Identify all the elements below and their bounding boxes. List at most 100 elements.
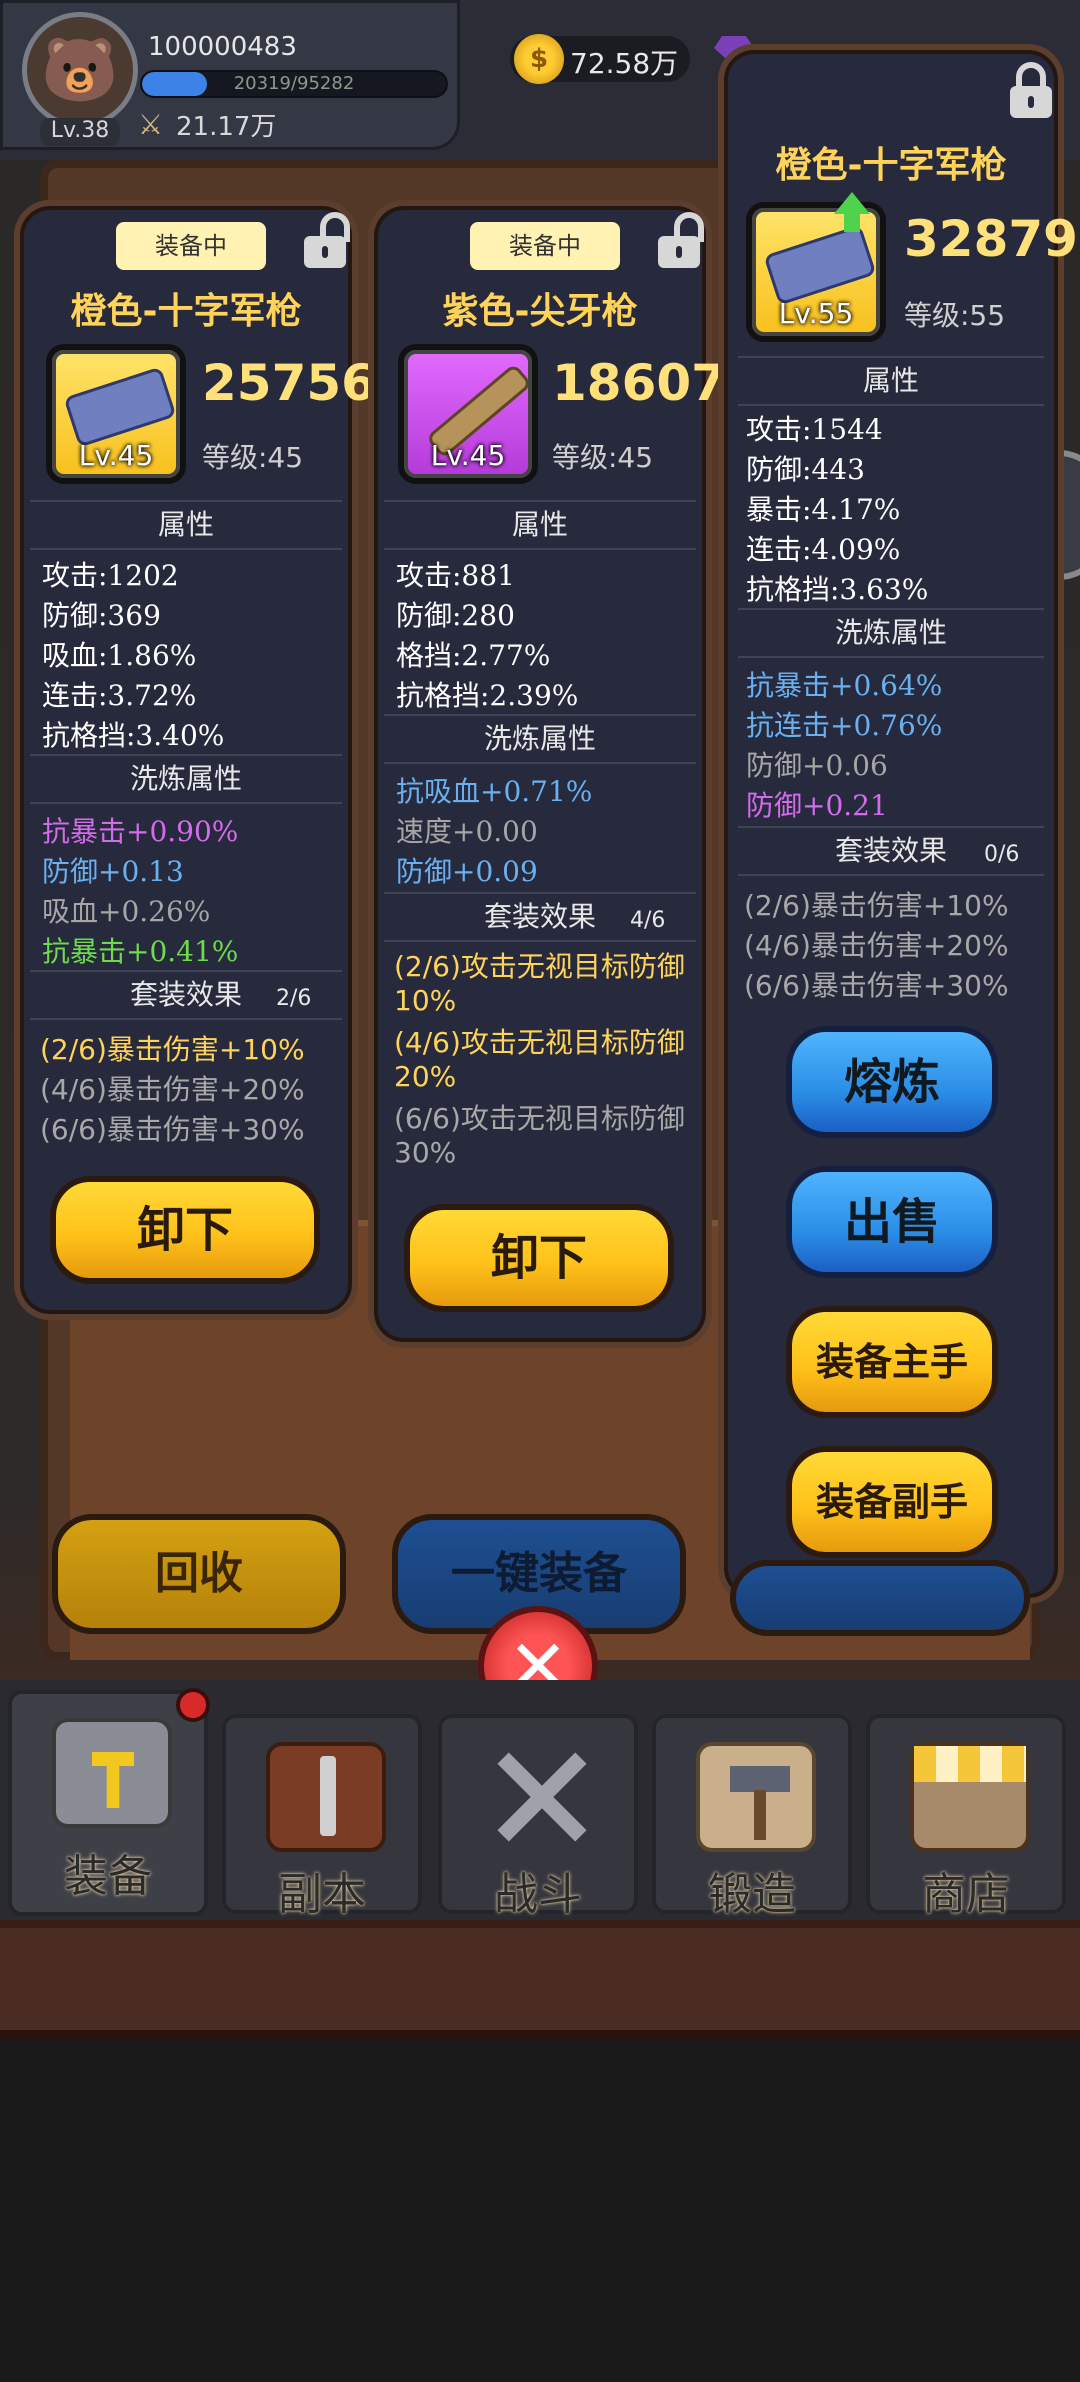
equipped-item-card-2: 装备中 紫色-尖牙枪 Lv.45 18607 等级:45 属性 攻击:881 防… — [368, 200, 726, 1348]
item-level-text: 等级:55 — [904, 299, 1006, 332]
nav-label: 商店 — [922, 1869, 1010, 1920]
set-effect-line: (4/6)攻击无视目标防御20% — [394, 1026, 685, 1093]
set-effect-line: (6/6)暴击伤害+30% — [40, 1113, 305, 1146]
set-effect-line: (4/6)暴击伤害+20% — [744, 929, 1009, 962]
hidden-button[interactable] — [730, 1560, 1030, 1636]
set-count: 2/6 — [276, 986, 312, 1011]
player-level: Lv.38 — [40, 118, 120, 146]
refine-line: 抗暴击+0.90% — [42, 815, 239, 848]
combat-power: 21.17万 — [176, 112, 277, 142]
lock-open-icon[interactable] — [302, 212, 350, 268]
equip-off-hand-button[interactable]: 装备副手 — [786, 1446, 998, 1558]
refine-line: 抗吸血+0.71% — [396, 775, 593, 808]
item-level: Lv.45 — [78, 439, 154, 472]
item-title: 紫色-尖牙枪 — [442, 291, 638, 332]
item-slot[interactable]: Lv.55 — [746, 202, 886, 342]
stat-line: 抗格挡:3.63% — [746, 573, 929, 606]
sell-button[interactable]: 出售 — [786, 1166, 998, 1278]
attributes-header: 属性 — [384, 500, 696, 550]
stat-line: 防御:280 — [396, 599, 515, 632]
attributes-header: 属性 — [30, 500, 342, 550]
stat-line: 抗格挡:2.39% — [396, 679, 579, 712]
equipped-tag: 装备中 — [470, 222, 620, 270]
exp-bar: 20319/95282 — [140, 70, 448, 98]
item-level: Lv.45 — [430, 439, 506, 472]
refine-header: 洗炼属性 — [30, 754, 342, 804]
stat-line: 防御:369 — [42, 599, 161, 632]
shop-icon — [910, 1742, 1030, 1852]
set-effect-line: (4/6)暴击伤害+20% — [40, 1073, 305, 1106]
recycle-button[interactable]: 回收 — [52, 1514, 346, 1634]
stat-line: 吸血:1.86% — [42, 639, 197, 672]
lock-open-icon[interactable] — [656, 212, 704, 268]
refine-line: 抗暴击+0.41% — [42, 935, 239, 968]
set-effect-line: (2/6)攻击无视目标防御10% — [394, 950, 685, 1017]
upgrade-arrow-stem — [844, 214, 860, 232]
refine-line: 抗连击+0.76% — [746, 709, 943, 742]
nav-label: 锻造 — [708, 1869, 796, 1920]
gun-icon — [67, 370, 173, 444]
item-title: 橙色-十字军枪 — [70, 291, 302, 332]
helmet-icon — [52, 1718, 172, 1828]
crossed-swords-icon: ⚔ — [138, 108, 164, 141]
exp-text: 20319/95282 — [233, 73, 355, 94]
set-effect-line: (6/6)攻击无视目标防御30% — [394, 1102, 685, 1169]
unequip-button[interactable]: 卸下 — [50, 1176, 320, 1284]
item-level-text: 等级:45 — [552, 441, 654, 474]
refine-line: 防御+0.09 — [396, 855, 538, 888]
stat-line: 抗格挡:3.40% — [42, 719, 225, 752]
new-item-card: 橙色-十字军枪 Lv.55 32879 等级:55 属性 攻击:1544 防御:… — [718, 44, 1078, 1604]
item-power: 32879 — [904, 210, 1078, 268]
nav-label: 装备 — [64, 1851, 152, 1902]
nav-label: 副本 — [278, 1869, 366, 1920]
gold-amount: 72.58万 — [570, 47, 679, 80]
refine-line: 抗暴击+0.64% — [746, 669, 943, 702]
nav-tab-dungeon[interactable]: 副本 — [222, 1714, 422, 1920]
smelt-button[interactable]: 熔炼 — [786, 1026, 998, 1138]
nav-tab-equipment[interactable]: 装备 — [8, 1690, 208, 1916]
stat-line: 暴击:4.17% — [746, 493, 901, 526]
floor-band — [0, 1920, 1080, 2040]
item-level: Lv.55 — [778, 297, 854, 330]
nav-tab-battle[interactable]: 战斗 — [438, 1714, 638, 1920]
nav-label: 战斗 — [494, 1869, 582, 1920]
nav-tab-shop[interactable]: 商店 — [866, 1714, 1066, 1920]
item-slot[interactable]: Lv.45 — [398, 344, 538, 484]
bear-avatar-icon[interactable]: 🐻 — [22, 12, 138, 128]
crossed-swords-icon — [482, 1742, 602, 1852]
sword-shield-icon — [266, 1742, 386, 1852]
refine-header: 洗炼属性 — [384, 714, 696, 764]
attributes-header: 属性 — [738, 356, 1044, 406]
refine-line: 防御+0.06 — [746, 749, 888, 782]
stat-line: 攻击:1544 — [746, 413, 883, 446]
equipped-tag: 装备中 — [116, 222, 266, 270]
refine-line: 防御+0.13 — [42, 855, 184, 888]
stat-line: 攻击:881 — [396, 559, 515, 592]
set-count: 4/6 — [630, 908, 666, 933]
stat-line: 防御:443 — [746, 453, 865, 486]
refine-line: 速度+0.00 — [396, 815, 538, 848]
gold-coin-icon: $ — [514, 34, 564, 84]
upgrade-arrow-icon — [834, 192, 870, 214]
lock-closed-icon[interactable] — [1008, 62, 1054, 118]
stat-line: 攻击:1202 — [42, 559, 179, 592]
refine-line: 防御+0.21 — [746, 789, 888, 822]
refine-header: 洗炼属性 — [738, 608, 1044, 658]
set-effect-line: (2/6)暴击伤害+10% — [744, 889, 1009, 922]
hammer-scroll-icon — [696, 1742, 816, 1852]
set-count: 0/6 — [984, 842, 1020, 867]
stat-line: 连击:4.09% — [746, 533, 901, 566]
stat-line: 格挡:2.77% — [396, 639, 551, 672]
item-level-text: 等级:45 — [202, 441, 304, 474]
item-power: 25756 — [202, 354, 376, 412]
nav-tab-forge[interactable]: 锻造 — [652, 1714, 852, 1920]
item-power: 18607 — [552, 354, 726, 412]
stat-line: 连击:3.72% — [42, 679, 197, 712]
equipped-item-card-1: 装备中 橙色-十字军枪 Lv.45 25756 等级:45 属性 攻击:1202… — [14, 200, 376, 1320]
unequip-button[interactable]: 卸下 — [404, 1204, 674, 1312]
item-title: 橙色-十字军枪 — [775, 145, 1007, 186]
set-effect-line: (6/6)暴击伤害+30% — [744, 969, 1009, 1002]
item-slot[interactable]: Lv.45 — [46, 344, 186, 484]
notification-dot — [176, 1688, 210, 1722]
equip-main-hand-button[interactable]: 装备主手 — [786, 1306, 998, 1418]
